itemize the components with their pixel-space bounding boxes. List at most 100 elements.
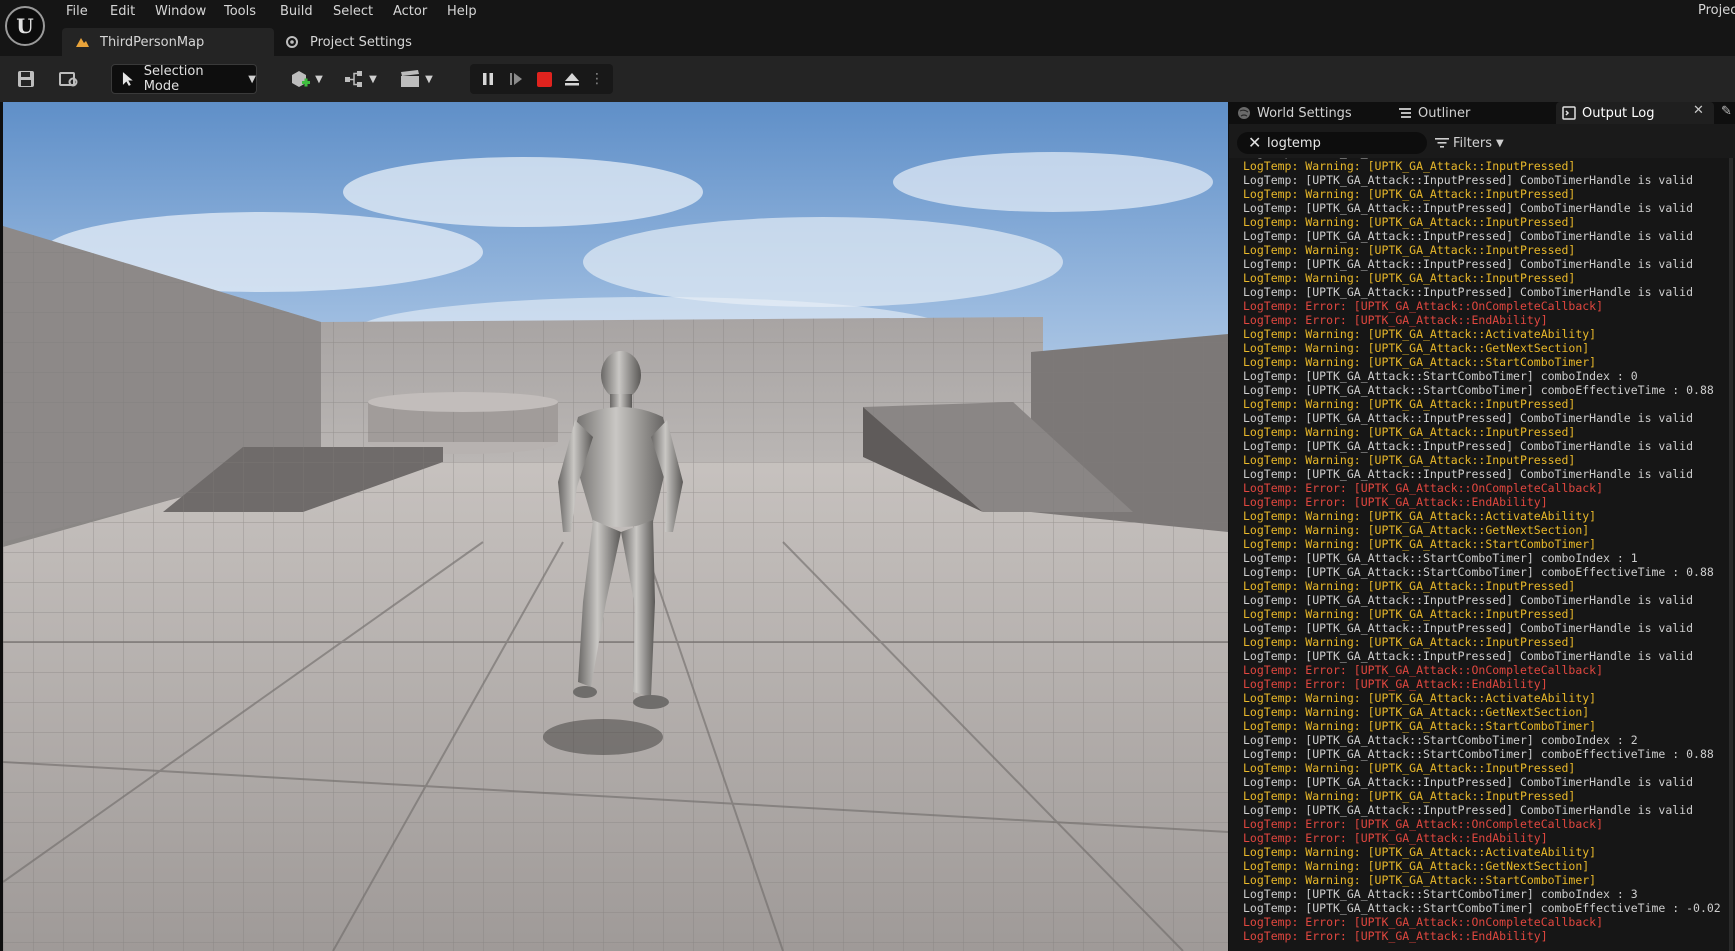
filter-icon	[1435, 138, 1449, 148]
filters-dropdown[interactable]: Filters ▼	[1435, 133, 1504, 153]
tab-outliner[interactable]: Outliner	[1398, 102, 1548, 124]
project-name: Projec	[1698, 3, 1735, 18]
log-line: LogTemp: Warning: [UPTK_GA_Attack::Start…	[1243, 873, 1597, 887]
log-line: LogTemp: Error: [UPTK_GA_Attack::OnCompl…	[1243, 299, 1604, 313]
log-line: LogTemp: Warning: [UPTK_GA_Attack::Input…	[1243, 607, 1576, 621]
menu-help[interactable]: Help	[447, 2, 477, 22]
menu-actor[interactable]: Actor	[393, 2, 427, 22]
log-line: LogTemp: Warning: [UPTK_GA_Attack::Input…	[1243, 425, 1576, 439]
log-line: LogTemp: Warning: [UPTK_GA_Attack::Input…	[1243, 789, 1576, 803]
log-filter-bar: ✕ Filters ▼	[1229, 128, 1735, 156]
tab-map-label: ThirdPersonMap	[100, 34, 205, 50]
log-line: LogTemp: Warning: [UPTK_GA_Attack::Start…	[1243, 355, 1597, 369]
log-line: LogTemp: [UPTK_GA_Attack::StartComboTime…	[1243, 901, 1721, 915]
level-viewport[interactable]	[3, 102, 1228, 951]
log-lines: LogTemp: [UPTK_GA_Attack::StartComboTime…	[1243, 158, 1735, 943]
clear-search-icon[interactable]: ✕	[1248, 133, 1261, 152]
output-log-icon	[1562, 106, 1576, 120]
log-scrollbar[interactable]	[1729, 158, 1733, 951]
log-line: LogTemp: [UPTK_GA_Attack::StartComboTime…	[1243, 887, 1638, 901]
pause-button[interactable]	[474, 64, 502, 94]
menu-select[interactable]: Select	[333, 2, 373, 22]
log-line: LogTemp: Error: [UPTK_GA_Attack::EndAbil…	[1243, 495, 1548, 509]
log-line: LogTemp: Warning: [UPTK_GA_Attack::Start…	[1243, 719, 1597, 733]
log-line: LogTemp: [UPTK_GA_Attack::InputPressed] …	[1243, 803, 1694, 817]
log-line: LogTemp: Warning: [UPTK_GA_Attack::GetNe…	[1243, 859, 1590, 873]
save-button[interactable]	[14, 64, 38, 94]
log-output[interactable]: LogTemp: [UPTK_GA_Attack::StartComboTime…	[1229, 158, 1735, 951]
menu-edit[interactable]: Edit	[110, 2, 135, 22]
pencil-icon[interactable]: ✎	[1721, 104, 1732, 119]
settings-icon	[286, 36, 298, 48]
tab-settings-label: Project Settings	[310, 34, 412, 50]
menu-file[interactable]: File	[66, 2, 88, 22]
pause-icon	[483, 73, 493, 85]
add-actor-button[interactable]: ▼	[286, 64, 326, 94]
menu-tools[interactable]: Tools	[224, 2, 256, 22]
play-options-button[interactable]: ⋮	[586, 64, 608, 94]
eject-icon	[565, 73, 579, 86]
menu-window[interactable]: Window	[155, 2, 206, 22]
log-line: LogTemp: [UPTK_GA_Attack::InputPressed] …	[1243, 257, 1694, 271]
log-line: LogTemp: Error: [UPTK_GA_Attack::EndAbil…	[1243, 831, 1548, 845]
stop-button[interactable]	[530, 64, 558, 94]
log-line: LogTemp: Warning: [UPTK_GA_Attack::Input…	[1243, 635, 1576, 649]
log-line: LogTemp: Error: [UPTK_GA_Attack::OnCompl…	[1243, 663, 1604, 677]
log-line: LogTemp: Warning: [UPTK_GA_Attack::Activ…	[1243, 327, 1597, 341]
tab-outliner-label: Outliner	[1418, 105, 1471, 121]
level-map-icon	[76, 38, 89, 47]
cursor-icon	[122, 72, 133, 86]
log-line: LogTemp: Warning: [UPTK_GA_Attack::Input…	[1243, 761, 1576, 775]
log-line: LogTemp: Warning: [UPTK_GA_Attack::Input…	[1243, 243, 1576, 257]
log-line: LogTemp: Warning: [UPTK_GA_Attack::Input…	[1243, 397, 1576, 411]
log-line: LogTemp: Error: [UPTK_GA_Attack::EndAbil…	[1243, 313, 1548, 327]
add-actor-icon	[292, 71, 311, 87]
cinematics-button[interactable]: ▼	[396, 64, 436, 94]
tab-world-settings[interactable]: World Settings	[1235, 102, 1397, 124]
log-line: LogTemp: [UPTK_GA_Attack::StartComboTime…	[1243, 383, 1714, 397]
log-line: LogTemp: Warning: [UPTK_GA_Attack::Input…	[1243, 159, 1576, 173]
tab-third-person-map[interactable]: ThirdPersonMap	[62, 28, 274, 56]
log-line: LogTemp: [UPTK_GA_Attack::InputPressed] …	[1243, 775, 1694, 789]
log-search-input[interactable]	[1267, 134, 1417, 152]
log-line: LogTemp: [UPTK_GA_Attack::InputPressed] …	[1243, 467, 1694, 481]
log-line: LogTemp: Warning: [UPTK_GA_Attack::Input…	[1243, 215, 1576, 229]
log-line: LogTemp: [UPTK_GA_Attack::InputPressed] …	[1243, 285, 1694, 299]
viewport-scene[interactable]	[3, 102, 1228, 951]
tab-project-settings[interactable]: Project Settings	[284, 28, 412, 56]
chevron-down-icon: ▼	[369, 73, 377, 85]
list-icon	[1399, 108, 1411, 118]
globe-icon	[1238, 107, 1250, 119]
log-line: LogTemp: [UPTK_GA_Attack::InputPressed] …	[1243, 411, 1694, 425]
blueprints-button[interactable]: ▼	[340, 64, 380, 94]
unreal-logo-icon[interactable]: U	[5, 6, 45, 46]
log-line: LogTemp: Warning: [UPTK_GA_Attack::Input…	[1243, 187, 1576, 201]
log-line: LogTemp: Warning: [UPTK_GA_Attack::GetNe…	[1243, 341, 1590, 355]
eject-button[interactable]	[558, 64, 586, 94]
menu-build[interactable]: Build	[280, 2, 313, 22]
log-line: LogTemp: Warning: [UPTK_GA_Attack::Input…	[1243, 453, 1576, 467]
log-line: LogTemp: [UPTK_GA_Attack::InputPressed] …	[1243, 621, 1694, 635]
tab-output-log[interactable]: Output Log	[1556, 102, 1714, 124]
log-line: LogTemp: [UPTK_GA_Attack::StartComboTime…	[1243, 565, 1714, 579]
main-toolbar: Selection Mode ▼ ▼ ▼ ▼ ⋮	[0, 56, 1735, 102]
log-line: LogTemp: [UPTK_GA_Attack::InputPressed] …	[1243, 229, 1694, 243]
clapperboard-icon	[401, 70, 420, 87]
selection-mode-label: Selection Mode	[143, 64, 204, 94]
chevron-down-icon: ▼	[425, 73, 433, 85]
selection-mode-dropdown[interactable]: Selection Mode ▼	[111, 64, 257, 94]
log-line: LogTemp: Warning: [UPTK_GA_Attack::Activ…	[1243, 691, 1597, 705]
tab-output-log-label: Output Log	[1582, 105, 1655, 121]
log-line: LogTemp: Warning: [UPTK_GA_Attack::Input…	[1243, 579, 1576, 593]
chevron-down-icon: ▼	[315, 73, 323, 85]
log-line: LogTemp: [UPTK_GA_Attack::StartComboTime…	[1243, 551, 1638, 565]
log-line: LogTemp: [UPTK_GA_Attack::StartComboTime…	[1243, 747, 1714, 761]
log-line: LogTemp: Error: [UPTK_GA_Attack::OnCompl…	[1243, 817, 1604, 831]
close-icon[interactable]: ✕	[1693, 103, 1704, 118]
frame-skip-button[interactable]	[502, 64, 530, 94]
chevron-down-icon: ▼	[1495, 137, 1504, 149]
log-search-box: ✕	[1237, 132, 1427, 154]
content-browser-icon	[59, 72, 78, 87]
frame-skip-icon	[510, 73, 522, 85]
browse-content-button[interactable]	[56, 64, 82, 94]
